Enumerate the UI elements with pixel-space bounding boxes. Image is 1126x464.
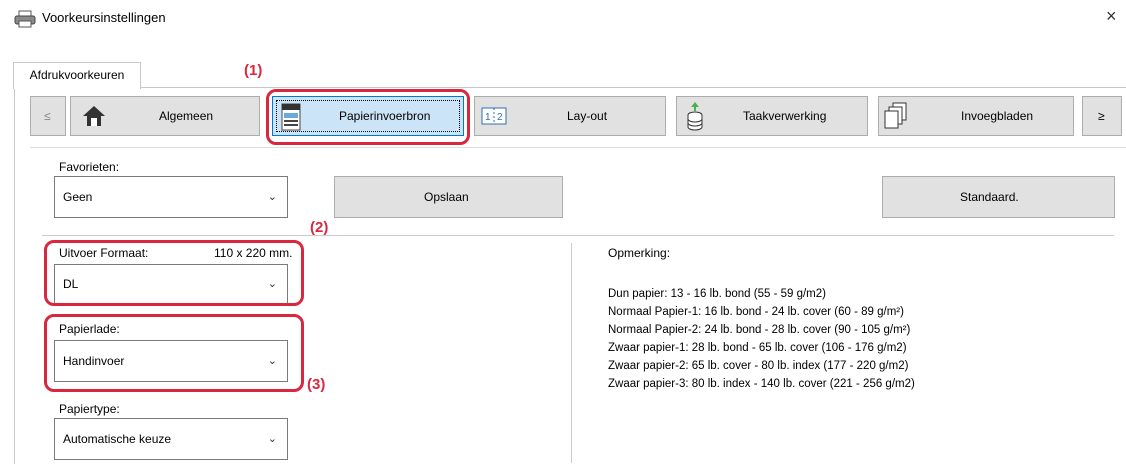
save-button-label: Opslaan <box>424 190 469 204</box>
callout-1: (1) <box>244 62 263 79</box>
section-rule-left <box>42 235 342 236</box>
close-icon[interactable]: × <box>1106 6 1117 27</box>
chevron-down-icon: ⌄ <box>267 191 277 203</box>
remark-lines: Dun papier: 13 - 16 lb. bond (55 - 59 g/… <box>608 285 915 393</box>
nav-label-invoegbladen: Invoegbladen <box>961 109 1034 123</box>
callout-2: (2) <box>310 219 329 236</box>
tab-afdrukvoorkeuren[interactable]: Afdrukvoorkeuren <box>13 62 141 89</box>
remark-line: Zwaar papier-1: 28 lb. bond - 65 lb. cov… <box>608 342 907 354</box>
remark-line: Zwaar papier-2: 65 lb. cover - 80 lb. in… <box>608 360 909 372</box>
nav-next-glyph: ≥ <box>1098 109 1105 123</box>
default-button-label: Standaard. <box>960 190 1019 204</box>
divider <box>30 147 1126 148</box>
section-rule-right <box>340 235 1114 236</box>
remark-line: Normaal Papier-2: 24 lb. bond - 28 lb. c… <box>608 324 911 336</box>
printer-icon <box>14 10 36 31</box>
nav-layout-button[interactable]: 1 2 Lay-out <box>474 96 666 136</box>
remark-title: Opmerking: <box>608 246 671 260</box>
callout-3-highlight <box>44 314 304 392</box>
home-icon <box>81 103 107 132</box>
window-title: Voorkeursinstellingen <box>42 10 166 25</box>
favorites-label: Favorieten: <box>59 160 120 174</box>
nav-label-taakverwerking: Taakverwerking <box>743 109 827 123</box>
nav-next-button[interactable]: ≥ <box>1082 96 1122 136</box>
paper-type-select[interactable]: Automatische keuze ⌄ <box>54 418 288 460</box>
job-handling-icon <box>685 101 705 134</box>
svg-text:2: 2 <box>497 112 503 123</box>
favorites-value: Geen <box>63 190 93 204</box>
favorites-select[interactable]: Geen ⌄ <box>54 176 288 218</box>
nav-algemeen-button[interactable]: Algemeen <box>70 96 260 136</box>
svg-text:1: 1 <box>485 112 491 123</box>
page-layout-icon: 1 2 <box>481 107 507 128</box>
remark-line: Normaal Papier-1: 16 lb. bond - 24 lb. c… <box>608 306 904 318</box>
nav-taakverwerking-button[interactable]: Taakverwerking <box>676 96 868 136</box>
callout-1-highlight <box>266 89 470 145</box>
nav-label-algemeen: Algemeen <box>159 109 214 123</box>
default-button[interactable]: Standaard. <box>882 176 1115 218</box>
column-divider <box>571 243 572 463</box>
nav-prev-glyph: ≤ <box>44 109 51 123</box>
callout-3: (3) <box>307 376 326 393</box>
nav-prev-button[interactable]: ≤ <box>30 96 66 136</box>
nav-label-layout: Lay-out <box>567 109 608 123</box>
paper-type-label: Papiertype: <box>59 402 120 416</box>
remark-line: Dun papier: 13 - 16 lb. bond (55 - 59 g/… <box>608 288 826 300</box>
chevron-down-icon: ⌄ <box>267 433 277 445</box>
insert-sheets-icon <box>883 101 909 134</box>
callout-2-highlight <box>44 240 304 306</box>
paper-type-value: Automatische keuze <box>63 432 172 446</box>
remark-line: Zwaar papier-3: 80 lb. index - 140 lb. c… <box>608 378 915 390</box>
save-button[interactable]: Opslaan <box>334 176 563 218</box>
nav-invoegbladen-button[interactable]: Invoegbladen <box>878 96 1074 136</box>
title-bar <box>0 0 1126 40</box>
